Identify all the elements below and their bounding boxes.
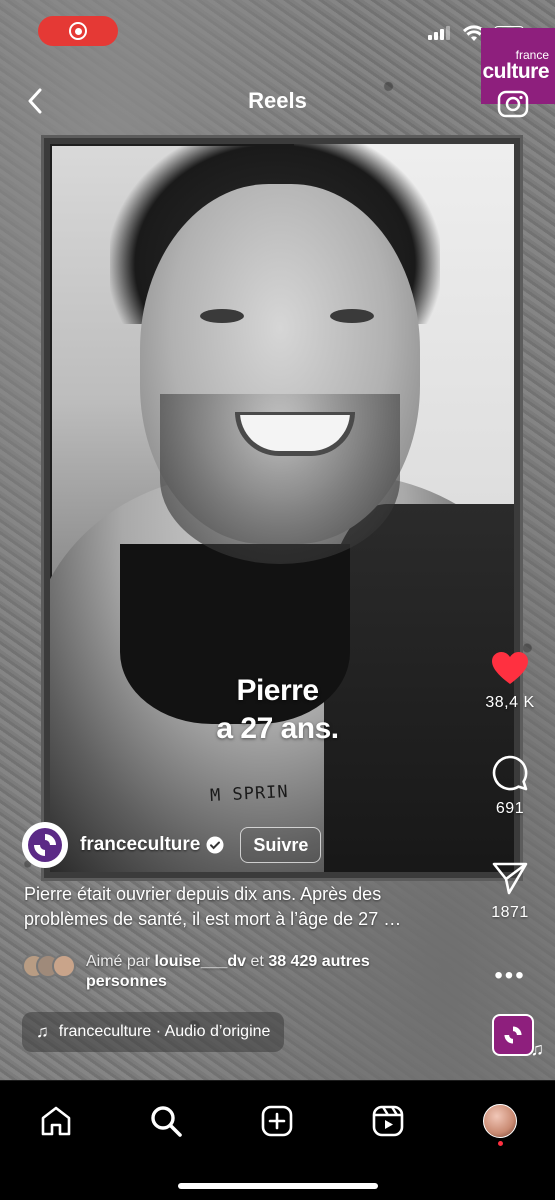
- share-count: 1871: [491, 904, 529, 921]
- bottom-navigation: [0, 1080, 555, 1200]
- like-action[interactable]: 38,4 K: [475, 650, 545, 712]
- video-caption-line2: a 27 ans.: [216, 712, 339, 745]
- verified-badge-icon: [206, 836, 224, 854]
- liker-avatar: [52, 954, 76, 978]
- video-caption-line1: Pierre: [236, 674, 319, 707]
- cellular-signal-icon: [428, 26, 450, 40]
- comment-action[interactable]: 691: [475, 754, 545, 818]
- likes-others-suffix[interactable]: personnes: [86, 973, 167, 990]
- author-username[interactable]: franceculture: [80, 834, 200, 856]
- music-note-icon: ♫: [36, 1022, 49, 1041]
- audio-label: franceculture · Audio d’origine: [58, 1023, 271, 1040]
- caption-line-2: problèmes de santé, il est mort à l’âge …: [24, 909, 402, 929]
- audio-thumbnail[interactable]: ♫: [492, 1014, 544, 1059]
- status-bar: [0, 0, 555, 60]
- comment-count: 691: [495, 800, 525, 817]
- follow-button[interactable]: Suivre: [240, 827, 322, 863]
- likes-others-count[interactable]: 38 429 autres: [268, 953, 369, 970]
- home-icon: [41, 1106, 71, 1136]
- comment-icon[interactable]: [491, 754, 529, 792]
- liked-by-row[interactable]: Aimé par louise___dv et 38 429 autres per…: [22, 952, 446, 992]
- create-icon: [261, 1105, 293, 1137]
- shirt-print: M SPRIN: [209, 781, 290, 807]
- france-culture-avatar-icon: [28, 828, 62, 862]
- heart-shape: [492, 652, 528, 684]
- notification-dot: [498, 1141, 503, 1146]
- photo-frame: M SPRIN: [44, 138, 520, 878]
- caption-line-1: Pierre était ouvrier depuis dix ans. Apr…: [24, 884, 382, 904]
- france-culture-avatar-icon: [504, 1026, 522, 1044]
- right-eye: [330, 309, 374, 323]
- home-indicator[interactable]: [178, 1183, 378, 1189]
- left-eye: [200, 309, 244, 323]
- music-note-icon: ♫: [530, 1039, 545, 1059]
- reels-icon: [372, 1105, 404, 1137]
- liker-username[interactable]: louise___dv: [154, 953, 246, 970]
- like-count: 38,4 K: [485, 694, 535, 711]
- nav-reels[interactable]: [366, 1099, 410, 1143]
- nav-profile[interactable]: [478, 1099, 522, 1143]
- send-icon[interactable]: [491, 860, 529, 896]
- nav-create[interactable]: [255, 1099, 299, 1143]
- more-options-button[interactable]: •••: [475, 962, 545, 990]
- author-avatar[interactable]: [22, 822, 68, 868]
- camera-button[interactable]: [496, 86, 530, 120]
- nav-home[interactable]: [34, 1099, 78, 1143]
- share-action[interactable]: 1871: [475, 860, 545, 922]
- author-row: franceculture Suivre: [22, 822, 322, 868]
- liked-by-text: Aimé par louise___dv et 38 429 autres per…: [86, 953, 370, 990]
- profile-avatar: [483, 1104, 517, 1138]
- audio-pill[interactable]: ♫ franceculture · Audio d’origine: [22, 1012, 285, 1052]
- liker-avatars: [22, 954, 80, 980]
- camera-icon: [497, 90, 529, 118]
- page-title: Reels: [248, 88, 307, 113]
- heart-icon[interactable]: [490, 650, 530, 686]
- post-caption[interactable]: Pierre était ouvrier depuis dix ans. Apr…: [24, 882, 454, 932]
- nav-search[interactable]: [144, 1099, 188, 1143]
- video-caption-overlay: Pierre a 27 ans.: [0, 672, 555, 748]
- record-icon: [69, 22, 87, 40]
- screen-recording-indicator[interactable]: [38, 16, 118, 46]
- more-icon: •••: [494, 962, 526, 989]
- search-icon: [151, 1106, 182, 1137]
- header: Reels: [0, 80, 555, 124]
